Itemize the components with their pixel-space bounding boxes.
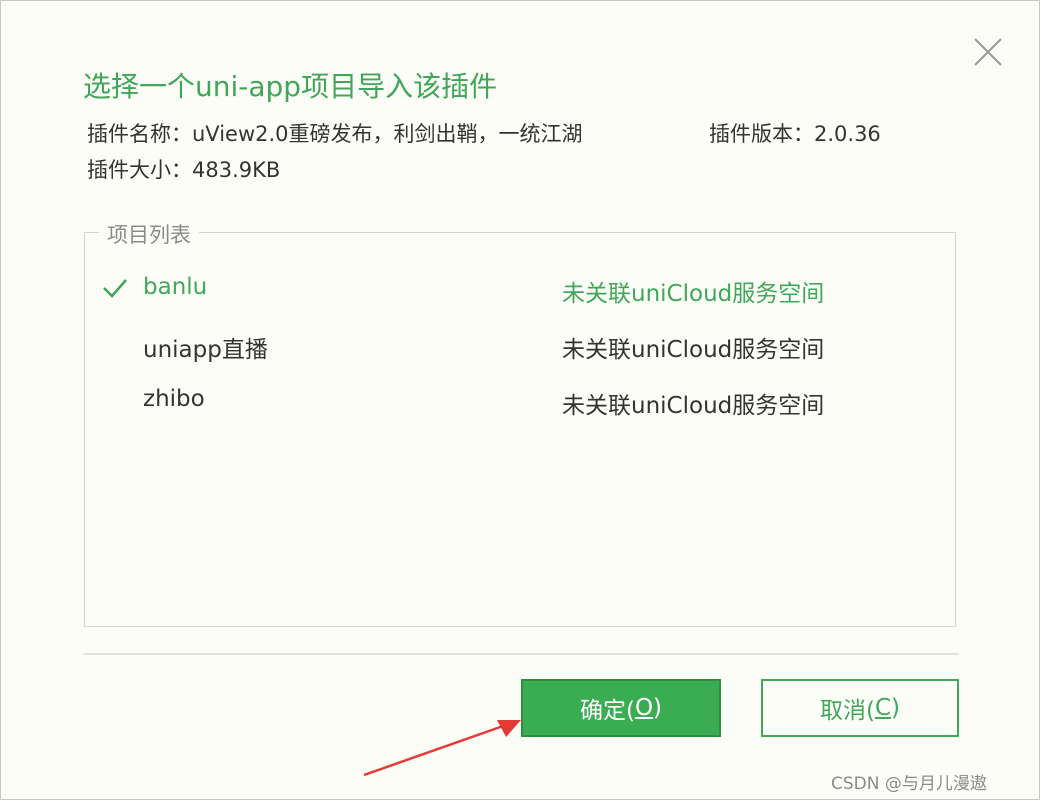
- project-row[interactable]: zhibo 未关联uniCloud服务空间: [85, 378, 955, 422]
- divider: [83, 653, 959, 655]
- project-row[interactable]: banlu 未关联uniCloud服务空间: [85, 266, 955, 310]
- import-plugin-dialog: 选择一个uni-app项目导入该插件 插件名称：uView2.0重磅发布，利剑出…: [0, 0, 1040, 800]
- watermark: CSDN @与月儿漫遨: [831, 774, 987, 794]
- cancel-button[interactable]: 取消(C): [761, 679, 959, 737]
- project-name: uniapp直播: [143, 337, 268, 363]
- close-button[interactable]: [971, 35, 1005, 69]
- confirm-label: 确定(: [579, 698, 635, 724]
- plugin-version: 插件版本：2.0.36: [709, 122, 881, 146]
- checkmark-icon: [103, 279, 127, 298]
- plugin-size: 插件大小：483.9KB: [87, 158, 281, 182]
- cancel-hotkey: C: [874, 695, 892, 721]
- confirm-hotkey: O: [634, 695, 654, 721]
- cancel-label: 取消(: [819, 698, 875, 724]
- annotation-arrow-icon: [363, 720, 521, 777]
- project-status: 未关联uniCloud服务空间: [562, 281, 825, 307]
- project-name: banlu: [143, 274, 208, 300]
- project-status: 未关联uniCloud服务空间: [562, 337, 825, 363]
- plugin-name: 插件名称：uView2.0重磅发布，利剑出鞘，一统江湖: [87, 122, 583, 146]
- project-status: 未关联uniCloud服务空间: [562, 393, 825, 419]
- dialog-title: 选择一个uni-app项目导入该插件: [83, 70, 498, 103]
- cancel-label-end: ): [891, 695, 901, 721]
- close-icon: [974, 38, 1002, 66]
- project-row[interactable]: uniapp直播 未关联uniCloud服务空间: [85, 322, 955, 366]
- project-list-legend: 项目列表: [99, 219, 199, 249]
- project-name: zhibo: [143, 386, 205, 412]
- confirm-button[interactable]: 确定(O): [521, 679, 721, 737]
- confirm-label-end: ): [653, 695, 663, 721]
